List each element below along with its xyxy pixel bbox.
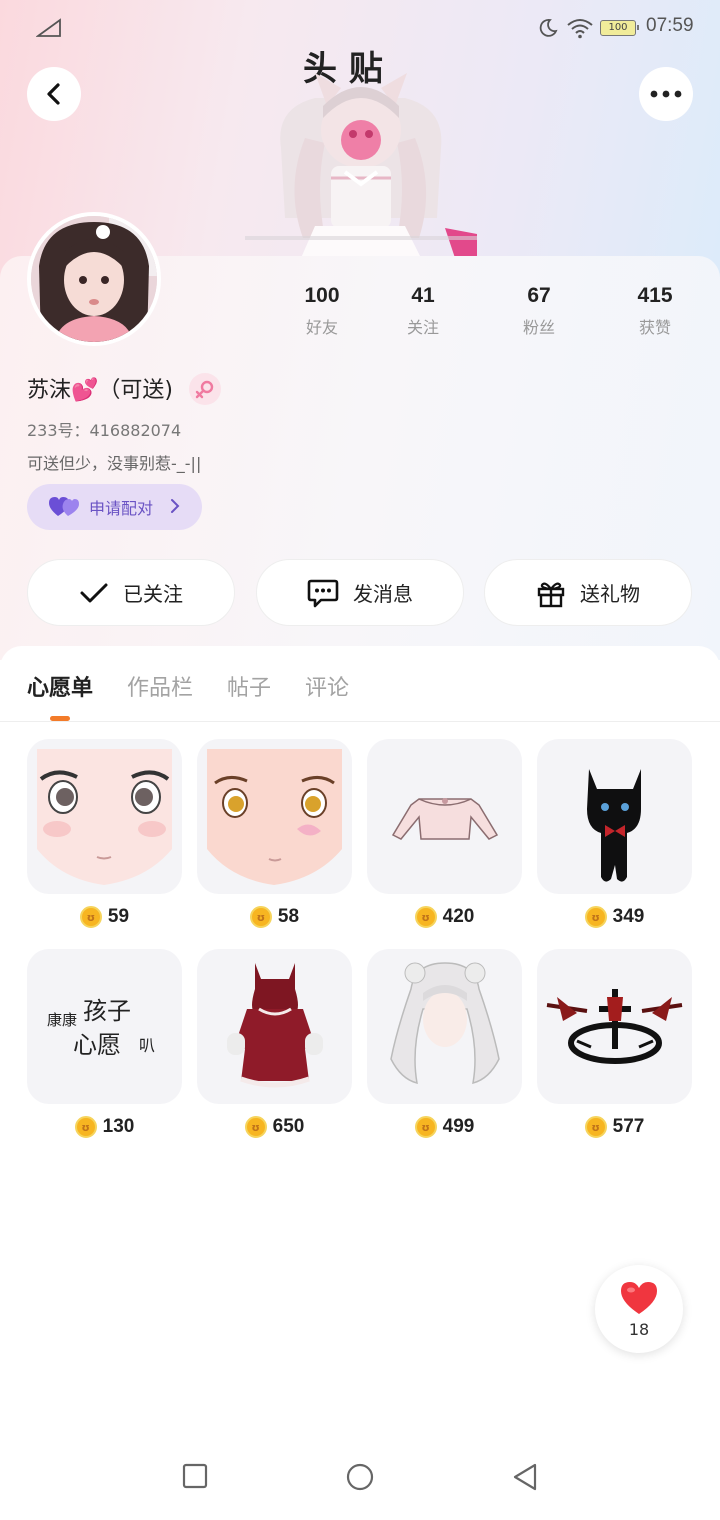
item-price: ʊ 499 — [367, 1116, 522, 1138]
stat-value: 415 — [637, 284, 673, 307]
followed-label: 已关注 — [123, 582, 183, 606]
item-price: ʊ 59 — [27, 906, 182, 928]
item-price: ʊ 420 — [367, 906, 522, 928]
wishlist-item[interactable]: ʊ 349 — [537, 739, 692, 928]
price-value: 577 — [612, 1116, 645, 1137]
checkmark-icon — [80, 583, 108, 602]
item-image — [367, 949, 522, 1104]
coin-icon: ʊ — [74, 1116, 97, 1138]
heart-icon — [621, 1281, 657, 1314]
stat-label: 获赞 — [638, 318, 671, 337]
send-gift-button[interactable]: 送礼物 — [484, 559, 692, 626]
chevron-right-icon — [171, 499, 180, 513]
item-price: ʊ 58 — [197, 906, 352, 928]
price-value: 499 — [442, 1116, 475, 1137]
sticker-text: 康康 — [47, 1011, 77, 1029]
back-button[interactable] — [27, 67, 81, 121]
character-illustration: 头 贴 — [245, 49, 477, 258]
stat-label: 关注 — [406, 318, 439, 337]
send-message-label: 发消息 — [353, 582, 413, 606]
more-dots-icon — [650, 90, 682, 98]
wishlist-item[interactable]: ʊ 499 — [367, 949, 522, 1138]
stat-value: 41 — [411, 284, 435, 307]
stat-friends[interactable]: 100 好友 — [267, 284, 377, 338]
stat-following[interactable]: 41 关注 — [368, 284, 478, 338]
item-price: ʊ 349 — [537, 906, 692, 928]
item-image — [367, 739, 522, 894]
back-nav-button[interactable] — [511, 1462, 539, 1492]
price-value: 650 — [272, 1116, 305, 1137]
coin-icon: ʊ — [414, 1116, 437, 1138]
price-value: 349 — [612, 906, 645, 927]
apply-pair-label: 申请配对 — [89, 499, 154, 518]
stat-likes[interactable]: 415 获赞 — [600, 284, 710, 338]
item-image: 康康 孩子 心愿 叭 — [27, 949, 182, 1104]
signal-icon — [36, 18, 61, 37]
price-value: 59 — [107, 906, 130, 927]
gift-icon — [537, 582, 565, 607]
profile-banner-image: 头 贴 — [245, 48, 477, 258]
double-heart-icon — [49, 497, 79, 516]
price-value: 130 — [102, 1116, 135, 1137]
item-image — [537, 739, 692, 894]
female-gender-icon — [189, 373, 221, 405]
stat-label: 好友 — [305, 318, 338, 337]
banner-text: 头 贴 — [303, 49, 383, 89]
item-image — [537, 949, 692, 1104]
wishlist-item[interactable]: ʊ 577 — [537, 949, 692, 1138]
wishlist-item[interactable]: ʊ 59 — [27, 739, 182, 928]
like-count: 18 — [628, 1319, 650, 1339]
system-nav-bar — [0, 1440, 720, 1520]
wishlist-item[interactable]: ʊ 58 — [197, 739, 352, 928]
item-price: ʊ 130 — [27, 1116, 182, 1138]
sticker-text: 孩子 — [83, 997, 131, 1025]
battery-indicator: 100 — [600, 20, 639, 36]
like-button[interactable]: 18 — [595, 1265, 683, 1353]
status-time: 07:59 — [646, 15, 694, 36]
wishlist-item[interactable]: ʊ 420 — [367, 739, 522, 928]
moon-icon — [539, 19, 558, 37]
item-image — [27, 739, 182, 894]
tab-posts[interactable]: 帖子 — [227, 670, 271, 702]
coin-icon: ʊ — [249, 906, 272, 928]
avatar-photo — [31, 216, 157, 342]
recent-apps-button[interactable] — [181, 1462, 209, 1490]
item-image — [197, 739, 352, 894]
stat-value: 100 — [304, 284, 340, 307]
coin-icon: ʊ — [584, 1116, 607, 1138]
item-price: ʊ 650 — [197, 1116, 352, 1138]
apply-pair-button[interactable]: 申请配对 — [27, 484, 202, 530]
sticker-text: 叭 — [139, 1036, 155, 1055]
followed-button[interactable]: 已关注 — [27, 559, 235, 626]
stat-label: 粉丝 — [522, 318, 555, 337]
item-image — [197, 949, 352, 1104]
wifi-icon — [567, 19, 593, 39]
tab-comments[interactable]: 评论 — [305, 670, 349, 702]
avatar[interactable] — [27, 212, 161, 346]
nickname: 苏沫💕（可送) — [27, 378, 173, 403]
wishlist-item[interactable]: ʊ 650 — [197, 949, 352, 1138]
tab-works[interactable]: 作品栏 — [127, 670, 193, 702]
coin-icon: ʊ — [244, 1116, 267, 1138]
more-options-button[interactable] — [639, 67, 693, 121]
send-gift-label: 送礼物 — [580, 582, 640, 606]
coin-icon: ʊ — [414, 906, 437, 928]
tab-wishlist[interactable]: 心愿单 — [27, 670, 93, 702]
coin-icon: ʊ — [584, 906, 607, 928]
wishlist-item[interactable]: 康康 孩子 心愿 叭 ʊ 130 — [27, 949, 182, 1138]
coin-icon: ʊ — [79, 906, 102, 928]
price-value: 58 — [277, 906, 300, 927]
stat-fans[interactable]: 67 粉丝 — [484, 284, 594, 338]
chat-bubble-icon — [307, 579, 339, 607]
user-id: 233号：416882074 — [27, 421, 182, 440]
item-price: ʊ 577 — [537, 1116, 692, 1138]
stat-value: 67 — [527, 284, 551, 307]
send-message-button[interactable]: 发消息 — [256, 559, 464, 626]
price-value: 420 — [442, 906, 475, 927]
bio: 可送但少，没事别惹-_-|| — [27, 454, 202, 473]
chevron-left-icon — [47, 83, 60, 105]
home-button[interactable] — [345, 1462, 375, 1492]
sticker-text: 心愿 — [73, 1031, 121, 1059]
tab-divider — [0, 721, 720, 722]
